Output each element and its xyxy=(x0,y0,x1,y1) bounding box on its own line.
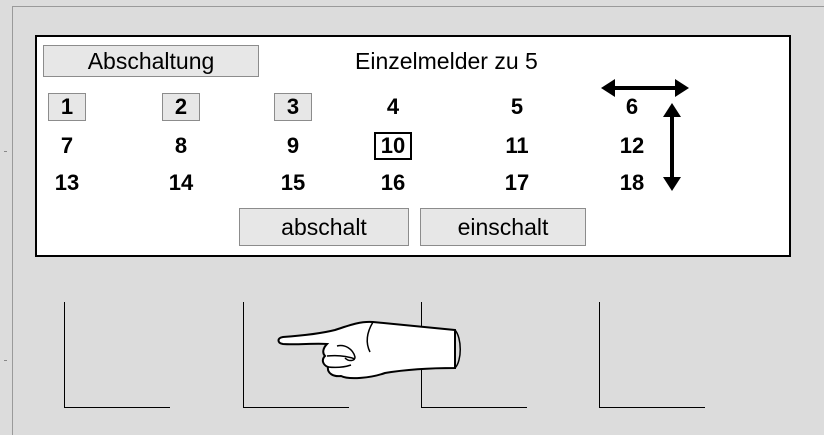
detector-3[interactable]: 3 xyxy=(274,93,312,121)
detector-1[interactable]: 1 xyxy=(48,93,86,121)
detector-4[interactable]: 4 xyxy=(373,95,413,119)
edge-tick xyxy=(4,360,7,361)
detector-6[interactable]: 6 xyxy=(612,95,652,119)
detector-bracket xyxy=(64,302,170,408)
detector-17[interactable]: 17 xyxy=(497,171,537,195)
double-arrow-vertical-icon[interactable] xyxy=(661,103,683,191)
frame-line-top xyxy=(12,6,824,7)
disable-button[interactable]: abschalt xyxy=(239,208,409,246)
detector-panel: Abschaltung Einzelmelder zu 5 1234567891… xyxy=(35,35,791,257)
detector-18[interactable]: 18 xyxy=(612,171,652,195)
shutdown-button[interactable]: Abschaltung xyxy=(43,45,259,77)
panel-title: Einzelmelder zu 5 xyxy=(355,48,538,74)
edge-tick xyxy=(4,151,7,152)
detector-15[interactable]: 15 xyxy=(273,171,313,195)
detector-5[interactable]: 5 xyxy=(497,95,537,119)
detector-9[interactable]: 9 xyxy=(273,134,313,158)
detector-11[interactable]: 11 xyxy=(497,134,537,158)
frame-line-left xyxy=(12,6,13,435)
detector-10[interactable]: 10 xyxy=(374,132,412,160)
detector-16[interactable]: 16 xyxy=(373,171,413,195)
detector-13[interactable]: 13 xyxy=(47,171,87,195)
pointing-hand-icon xyxy=(277,320,461,380)
detector-2[interactable]: 2 xyxy=(162,93,200,121)
detector-7[interactable]: 7 xyxy=(47,134,87,158)
detector-12[interactable]: 12 xyxy=(612,134,652,158)
detector-bracket xyxy=(599,302,705,408)
detector-14[interactable]: 14 xyxy=(161,171,201,195)
detector-8[interactable]: 8 xyxy=(161,134,201,158)
enable-button[interactable]: einschalt xyxy=(420,208,586,246)
